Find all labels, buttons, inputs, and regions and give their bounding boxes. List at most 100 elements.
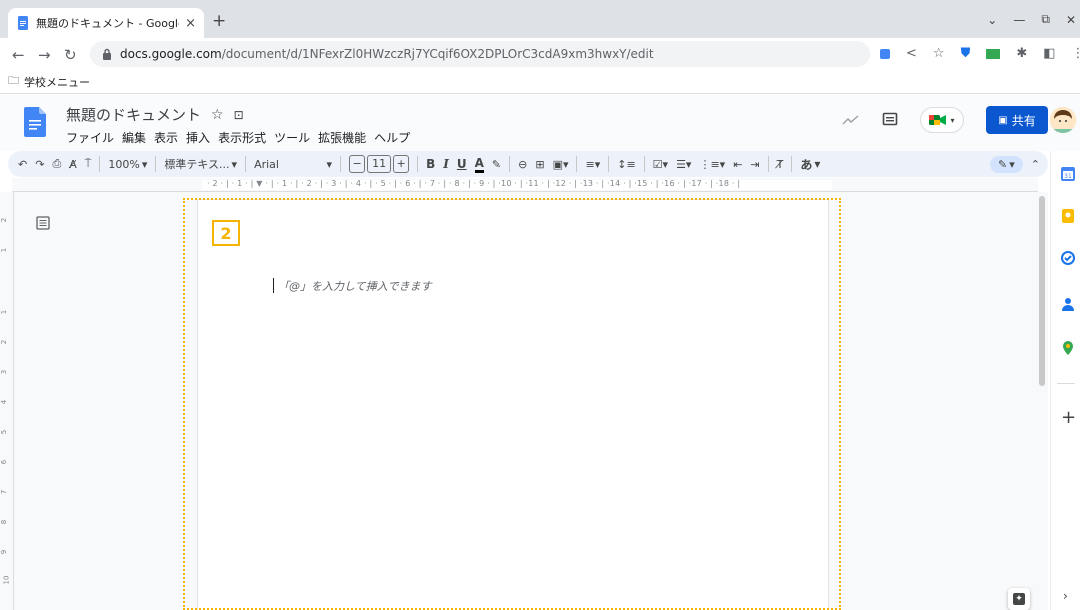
style-value: 標準テキス... xyxy=(164,158,230,171)
url-input[interactable]: docs.google.com/document/d/1NFexrZl0HWzc… xyxy=(90,41,870,67)
editing-mode-select[interactable]: ✎ ▾ xyxy=(990,155,1023,173)
underline-button[interactable]: U xyxy=(457,157,467,171)
tab-search-icon[interactable]: ⌄ xyxy=(987,13,997,27)
docs-icon[interactable] xyxy=(24,107,46,137)
docs-offline-icon[interactable] xyxy=(880,48,890,59)
explore-icon: ✦ xyxy=(1013,593,1025,605)
vertical-ruler[interactable]: 2 1 1 2 3 4 5 6 7 8 9 10 xyxy=(0,192,14,610)
bulleted-list-icon[interactable]: ☰▾ xyxy=(676,158,691,171)
expand-panel-icon[interactable]: › xyxy=(1063,589,1068,603)
ruler-mark: 4 xyxy=(0,399,9,405)
add-addon-icon[interactable]: + xyxy=(1061,407,1076,428)
ruler-mark: 1 xyxy=(0,247,9,253)
ruler-mark: 5 xyxy=(0,429,9,435)
undo-icon[interactable]: ↶ xyxy=(18,158,27,171)
chevron-down-icon: ▾ xyxy=(950,115,955,125)
checklist-icon[interactable]: ☑▾ xyxy=(653,158,668,171)
lock-icon[interactable] xyxy=(102,48,112,60)
style-select[interactable]: 標準テキス... ▾ xyxy=(164,156,237,172)
link-icon[interactable]: ⊖ xyxy=(518,158,527,171)
bookmark-star-icon[interactable]: ☆ xyxy=(933,46,945,61)
increase-font-size-button[interactable]: + xyxy=(393,155,410,173)
decrease-indent-icon[interactable]: ⇤ xyxy=(733,158,742,171)
decrease-font-size-button[interactable]: − xyxy=(349,155,366,173)
star-icon[interactable]: ☆ xyxy=(211,107,224,123)
new-tab-button[interactable]: + xyxy=(212,11,226,31)
menu-file[interactable]: ファイル xyxy=(66,129,114,146)
line-spacing-icon[interactable]: ↕≡ xyxy=(617,158,635,171)
meet-button[interactable]: ▾ xyxy=(920,107,964,133)
increase-indent-icon[interactable]: ⇥ xyxy=(750,158,759,171)
browser-tab[interactable]: 無題のドキュメント - Google × xyxy=(8,8,204,38)
toolbar-divider xyxy=(155,156,157,172)
document-outline-icon[interactable] xyxy=(36,216,50,230)
svg-text:31: 31 xyxy=(1064,173,1072,180)
menu-edit[interactable]: 編集 xyxy=(122,129,146,146)
tab-close-icon[interactable]: × xyxy=(185,16,196,31)
document-placeholder[interactable]: 「@」を入力して挿入できます xyxy=(278,278,432,294)
menu-format[interactable]: 表示形式 xyxy=(218,129,266,146)
highlight-icon[interactable]: ✎ xyxy=(492,158,501,171)
clear-formatting-icon[interactable]: T̸ xyxy=(777,158,784,171)
menu-extensions[interactable]: 拡張機能 xyxy=(318,129,366,146)
menu-insert[interactable]: 挿入 xyxy=(186,129,210,146)
document-title[interactable]: 無題のドキュメント xyxy=(66,104,201,125)
add-comment-icon[interactable]: ⊞ xyxy=(535,158,544,171)
insert-image-icon[interactable]: ▣▾ xyxy=(553,158,569,171)
toolbar-divider xyxy=(643,156,645,172)
browser-menu-icon[interactable]: ⋮ xyxy=(1072,46,1080,61)
keep-icon[interactable] xyxy=(1061,209,1075,223)
font-select[interactable]: Arial ▾ xyxy=(254,158,332,171)
reload-icon[interactable]: ↻ xyxy=(64,46,77,64)
explore-button[interactable]: ✦ xyxy=(1008,588,1030,610)
url-host: docs.google.com xyxy=(120,47,222,61)
restore-icon[interactable]: ⧉ xyxy=(1041,12,1050,27)
share-label: 共有 xyxy=(1011,113,1036,128)
maps-icon[interactable] xyxy=(1061,341,1075,355)
menu-view[interactable]: 表示 xyxy=(154,129,178,146)
calendar-icon[interactable]: 31 xyxy=(1061,167,1075,181)
font-size-input[interactable]: 11 xyxy=(367,155,392,173)
comment-icon[interactable] xyxy=(882,112,898,128)
spellcheck-icon[interactable]: A̸ xyxy=(69,158,77,171)
scrollbar-thumb[interactable] xyxy=(1039,196,1045,386)
paint-format-icon[interactable]: ⍑ xyxy=(85,157,92,171)
bookmark-folder[interactable]: 学校メニュー xyxy=(24,74,90,90)
menu-bar: ファイル 編集 表示 挿入 表示形式 ツール 拡張機能 ヘルプ xyxy=(66,129,410,146)
shield-extension-icon[interactable]: ⛊ xyxy=(961,46,971,61)
minimize-icon[interactable]: — xyxy=(1013,13,1025,27)
activity-trend-icon[interactable] xyxy=(842,114,860,126)
share-icon[interactable]: < xyxy=(906,46,917,61)
extension-icon[interactable] xyxy=(986,48,1001,59)
puzzle-icon[interactable]: ✱ xyxy=(1016,46,1027,61)
avatar[interactable] xyxy=(1050,107,1076,133)
input-method-select[interactable]: あ ▾ xyxy=(800,156,820,173)
bold-button[interactable]: B xyxy=(426,157,435,171)
horizontal-ruler[interactable]: · 2 · | · 1 · | ▼ · | · 1 · | · 2 · | · … xyxy=(12,178,1038,192)
zoom-select[interactable]: 100% ▾ xyxy=(108,158,147,171)
tasks-icon[interactable] xyxy=(1061,251,1075,265)
move-folder-icon[interactable]: ⊡ xyxy=(234,108,244,122)
contacts-icon[interactable] xyxy=(1061,297,1075,311)
collapse-menus-icon[interactable]: ⌃ xyxy=(1031,158,1040,171)
menu-help[interactable]: ヘルプ xyxy=(374,129,410,146)
header-actions: ▾ ▣ 共有 xyxy=(842,106,1048,134)
ruler-mark: 8 xyxy=(0,519,9,525)
ruler-mark: 1 xyxy=(0,309,9,315)
italic-button[interactable]: I xyxy=(443,157,449,171)
print-icon[interactable]: ⎙ xyxy=(52,157,61,171)
url-path: /document/d/1NFexrZl0HWzczRj7YCqif6OX2DP… xyxy=(221,47,654,61)
forward-icon[interactable]: → xyxy=(38,46,51,64)
align-icon[interactable]: ≡▾ xyxy=(585,158,600,171)
close-window-icon[interactable]: ✕ xyxy=(1066,13,1076,27)
annotation-highlight-box xyxy=(183,198,841,610)
numbered-list-icon[interactable]: ⋮≡▾ xyxy=(699,158,725,171)
redo-icon[interactable]: ↷ xyxy=(35,158,44,171)
side-panel-icon[interactable]: ◧ xyxy=(1043,46,1055,61)
ruler-mark: 2 xyxy=(0,339,9,345)
menu-tools[interactable]: ツール xyxy=(274,129,310,146)
back-icon[interactable]: ← xyxy=(12,46,25,64)
text-color-button[interactable]: A xyxy=(474,156,484,173)
share-button[interactable]: ▣ 共有 xyxy=(986,106,1048,134)
window-controls: ⌄ — ⧉ ✕ xyxy=(987,12,1076,27)
